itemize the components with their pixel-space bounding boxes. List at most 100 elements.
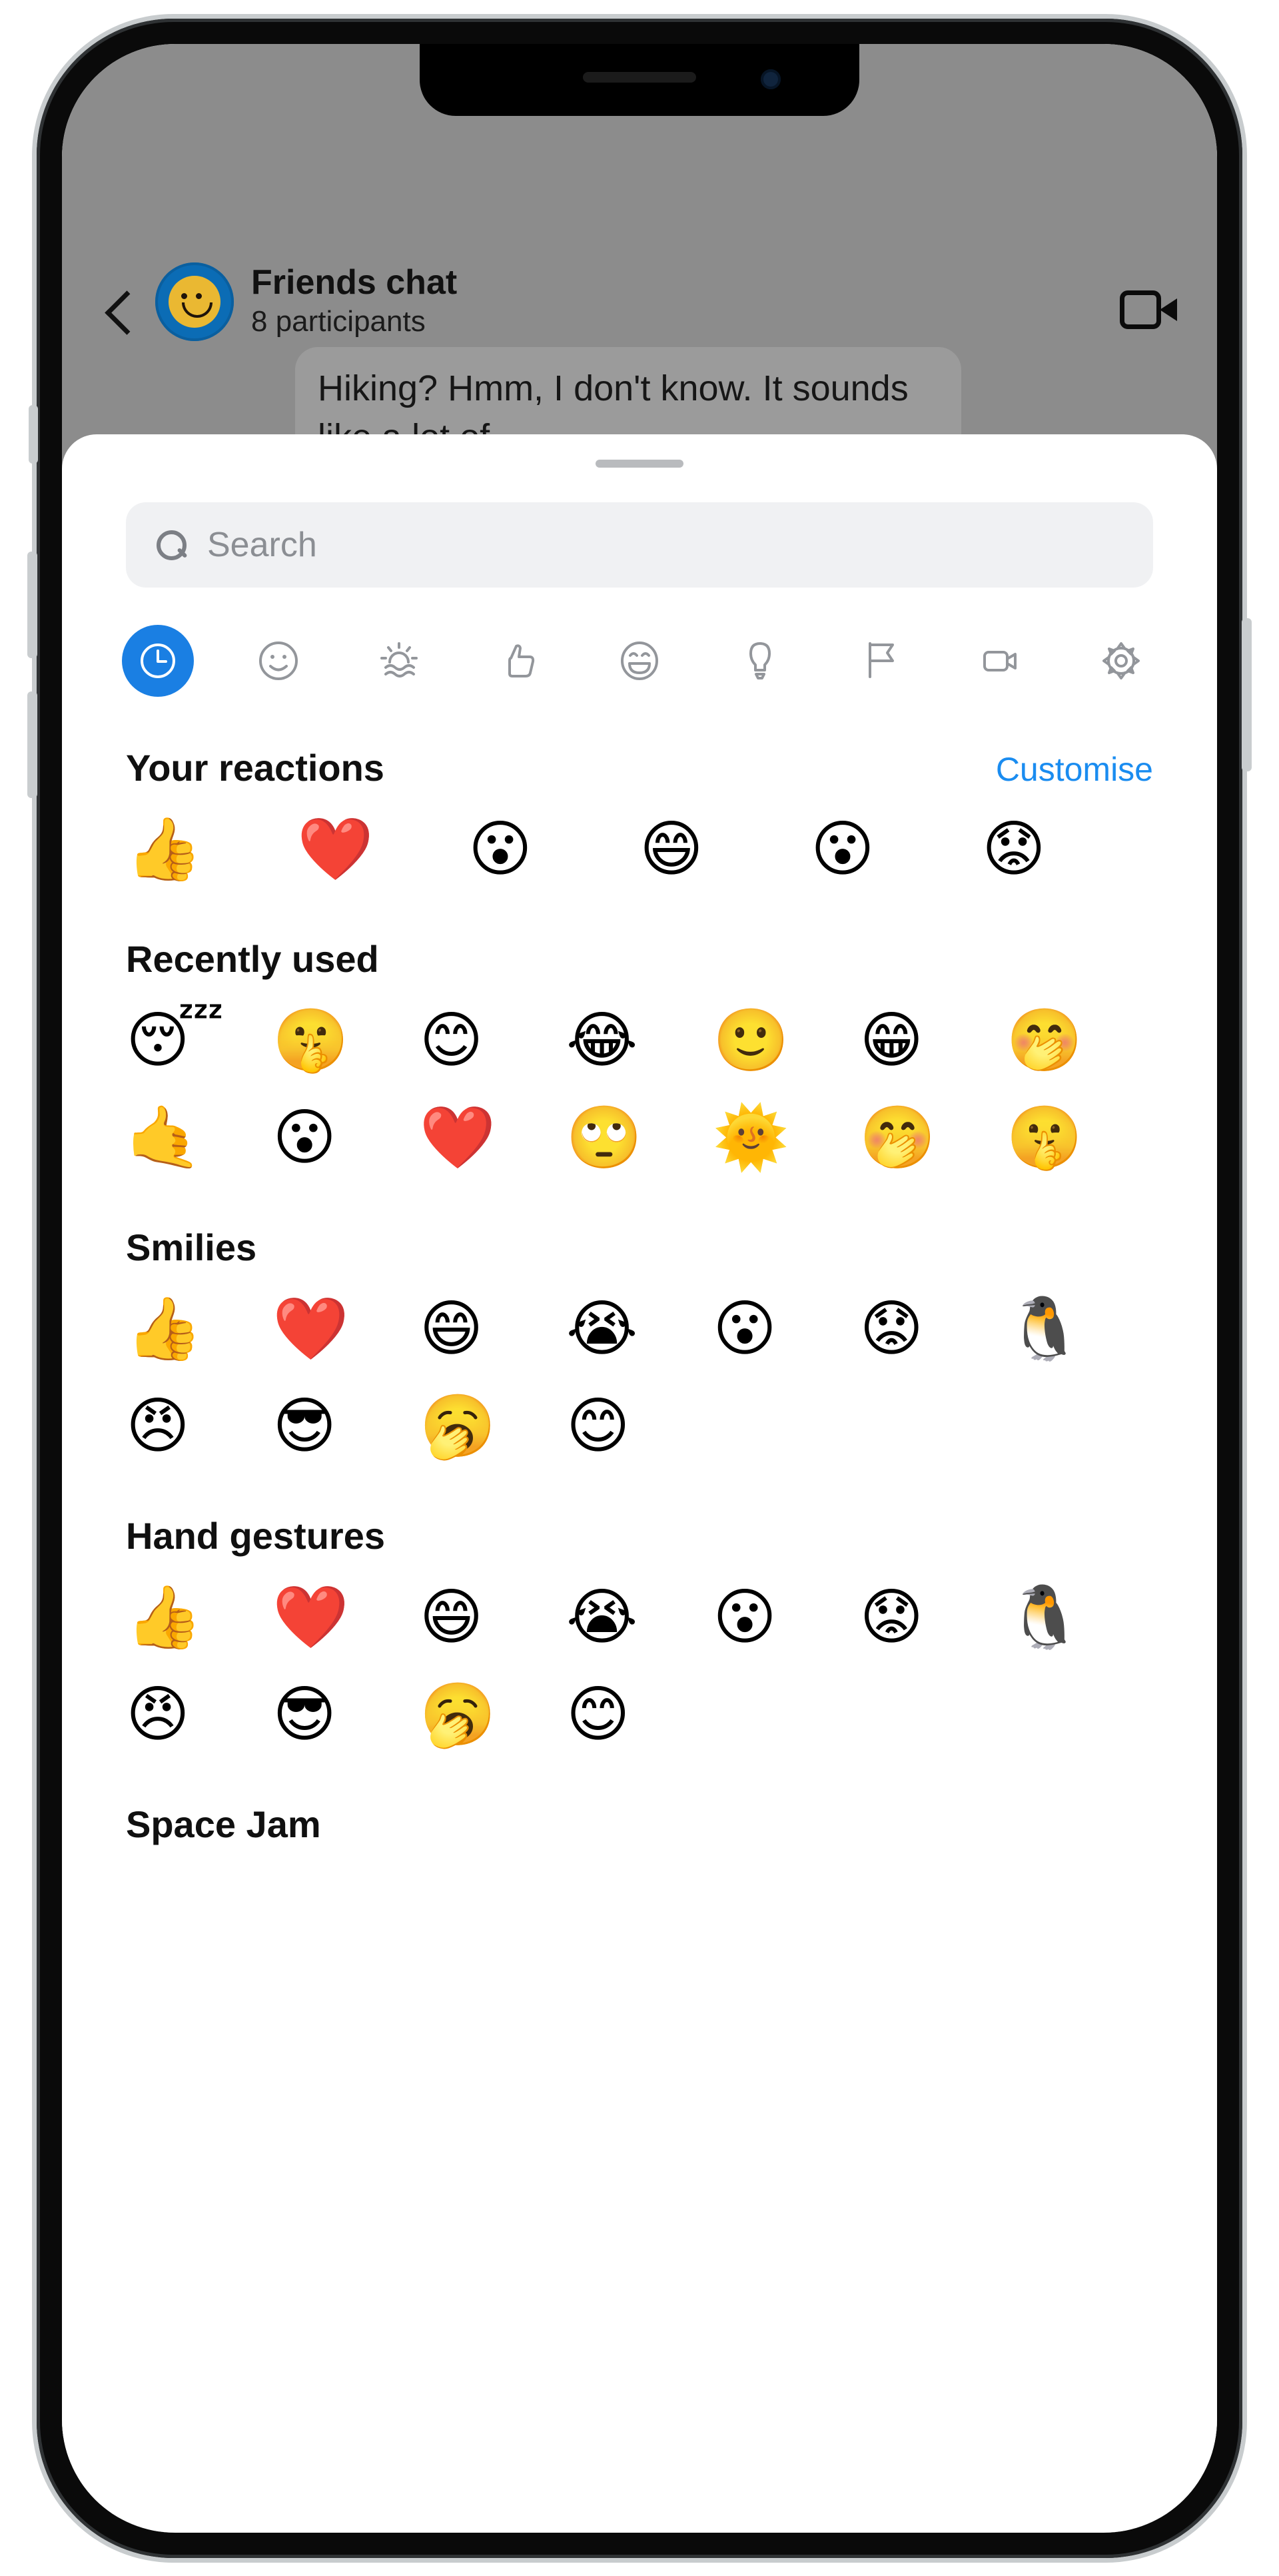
category-tab-expressions[interactable] xyxy=(604,625,675,697)
emoji-button-open-mouth[interactable]: 😮 xyxy=(713,1290,859,1368)
emoji-grid: 👍 ❤️ 😮 😄 😮 😟 xyxy=(126,811,1153,888)
emoji-button-shushing-face[interactable]: 🤫 xyxy=(272,1002,419,1079)
emoji-button-hand-over-mouth[interactable]: 🤭 xyxy=(1007,1002,1153,1079)
emoji-button-grinning-smiling-eyes[interactable]: 😄 xyxy=(420,1579,566,1656)
emoji-button-rolling-eyes[interactable]: 🙄 xyxy=(566,1099,713,1176)
emoji-button-sun-with-face[interactable]: 🌞 xyxy=(713,1099,859,1176)
customise-link[interactable]: Customise xyxy=(996,750,1153,789)
emoji-button-loudly-crying[interactable]: 😭 xyxy=(566,1579,713,1656)
category-tab-settings[interactable] xyxy=(1085,625,1157,697)
emoji-glyph: 😴 xyxy=(126,1005,224,1076)
power-button[interactable] xyxy=(1242,618,1252,771)
emoji-section: Your reactions Customise 👍 ❤️ 😮 😄 😮 😟 xyxy=(126,746,1153,888)
emoji-button-open-mouth[interactable]: 😮 xyxy=(713,1579,859,1656)
category-tab-video[interactable] xyxy=(965,625,1037,697)
section-title: Recently used xyxy=(126,938,379,980)
emoji-glyph: 😠 xyxy=(126,1390,190,1462)
section-title: Your reactions xyxy=(126,747,384,789)
sunset-waves-icon xyxy=(376,638,422,683)
emoji-section: Recently used 😴 🤫 😊 😂 🙂 😁 🤭 🤙 😮 ❤️ 🙄 🌞 🤭 🤫 xyxy=(126,937,1153,1176)
avatar[interactable] xyxy=(155,262,234,341)
emoji-grid: 👍 ❤️ 😄 😭 😮 😟 🐧 😠 😎 🥱 😊 xyxy=(126,1290,1153,1465)
emoji-button-angry-face[interactable]: 😠 xyxy=(126,1388,272,1465)
category-tab-flags[interactable] xyxy=(845,625,917,697)
emoji-button-penguin[interactable]: 🐧 xyxy=(1007,1290,1153,1368)
emoji-button-worried-face[interactable]: 😟 xyxy=(859,1579,1006,1656)
emoji-glyph: ❤️ xyxy=(272,1581,349,1653)
emoji-section: Smilies 👍 ❤️ 😄 😭 😮 😟 🐧 😠 😎 🥱 😊 xyxy=(126,1226,1153,1465)
section-title: Hand gestures xyxy=(126,1515,385,1557)
phone-frame: Friends chat 8 participants Hiking? Hmm,… xyxy=(27,19,1252,2558)
category-tab-gestures[interactable] xyxy=(483,625,555,697)
category-tab-nature[interactable] xyxy=(363,625,435,697)
emoji-button-slight-smile[interactable]: 🙂 xyxy=(713,1002,859,1079)
emoji-glyph: 😠 xyxy=(126,1679,190,1750)
emoji-button-sunglasses-face[interactable]: 😎 xyxy=(272,1388,419,1465)
video-camera-icon xyxy=(978,638,1023,683)
chevron-left-icon[interactable] xyxy=(102,286,138,338)
emoji-button-red-heart[interactable]: ❤️ xyxy=(272,1290,419,1368)
emoji-button-penguin[interactable]: 🐧 xyxy=(1007,1579,1153,1656)
emoji-button-grinning-smiling-eyes[interactable]: 😄 xyxy=(420,1290,566,1368)
emoji-glyph: 🤭 xyxy=(1006,1005,1083,1076)
category-tab-recent[interactable] xyxy=(122,625,194,697)
emoji-button-grinning-smiling-eyes[interactable]: 😄 xyxy=(640,811,811,888)
emoji-glyph: 🤫 xyxy=(272,1005,349,1076)
emoji-button-red-heart[interactable]: ❤️ xyxy=(297,811,468,888)
emoji-glyph: 😭 xyxy=(566,1581,638,1653)
volume-down-button[interactable] xyxy=(27,691,37,798)
emoji-button-hand-over-mouth[interactable]: 🤭 xyxy=(859,1099,1006,1176)
emoji-button-sunglasses-face[interactable]: 😎 xyxy=(272,1676,419,1753)
volume-up-button[interactable] xyxy=(27,552,37,658)
category-tab-smileys[interactable] xyxy=(242,625,314,697)
emoji-button-open-mouth[interactable]: 😮 xyxy=(811,811,982,888)
emoji-button-thumbs-up[interactable]: 👍 xyxy=(126,811,297,888)
emoji-button-thumbs-up[interactable]: 👍 xyxy=(126,1290,272,1368)
emoji-button-shushing-face[interactable]: 🤫 xyxy=(1007,1099,1153,1176)
camera-lens xyxy=(1160,298,1177,321)
emoji-button-thumbs-up[interactable]: 👍 xyxy=(126,1579,272,1656)
section-title: Space Jam xyxy=(126,1803,321,1845)
category-tab-objects[interactable] xyxy=(724,625,796,697)
emoji-button-call-me-hand[interactable]: 🤙 xyxy=(126,1099,272,1176)
participants-count: 8 participants xyxy=(251,305,426,338)
video-camera-icon[interactable] xyxy=(1120,290,1177,332)
emoji-button-angry-face[interactable]: 😠 xyxy=(126,1676,272,1753)
emoji-glyph: 😄 xyxy=(419,1293,484,1364)
emoji-button-yawning-face[interactable]: 🥱 xyxy=(420,1388,566,1465)
emoji-button-beaming-face[interactable]: 😁 xyxy=(859,1002,1006,1079)
emoji-button-smiling-face[interactable]: 😊 xyxy=(420,1002,566,1079)
emoji-glyph: 😟 xyxy=(859,1581,924,1653)
emoji-button-smiling-face[interactable]: 😊 xyxy=(566,1676,713,1753)
earpiece-speaker xyxy=(583,72,696,83)
emoji-button-tears-of-joy[interactable]: 😂 xyxy=(566,1002,713,1079)
drag-handle[interactable] xyxy=(596,460,683,468)
emoji-glyph: 😊 xyxy=(419,1005,484,1076)
emoji-glyph: 🥱 xyxy=(419,1390,496,1462)
emoji-button-open-mouth[interactable]: 😮 xyxy=(272,1099,419,1176)
emoji-button-loudly-crying[interactable]: 😭 xyxy=(566,1290,713,1368)
emoji-glyph: 😮 xyxy=(468,813,532,885)
section-header: Your reactions Customise xyxy=(126,746,1153,789)
chat-title-group[interactable]: Friends chat 8 participants xyxy=(251,263,1102,340)
emoji-glyph: 🐧 xyxy=(1006,1581,1083,1653)
emoji-button-red-heart[interactable]: ❤️ xyxy=(420,1099,566,1176)
silent-switch[interactable] xyxy=(29,405,38,464)
emoji-glyph: 🤙 xyxy=(126,1102,203,1173)
emoji-button-smiling-face[interactable]: 😊 xyxy=(566,1388,713,1465)
emoji-glyph: ❤️ xyxy=(297,813,374,885)
emoji-button-worried-face[interactable]: 😟 xyxy=(859,1290,1006,1368)
emoji-glyph: 😟 xyxy=(859,1293,924,1364)
emoji-button-red-heart[interactable]: ❤️ xyxy=(272,1579,419,1656)
emoji-button-yawning-face[interactable]: 🥱 xyxy=(420,1676,566,1753)
emoji-glyph: 😮 xyxy=(811,813,875,885)
emoji-glyph: 😟 xyxy=(982,813,1046,885)
emoji-button-sleeping-face[interactable]: 😴 xyxy=(126,1002,272,1079)
search-bar[interactable] xyxy=(126,502,1153,588)
emoji-button-open-mouth[interactable]: 😮 xyxy=(468,811,640,888)
search-icon xyxy=(155,529,187,561)
emoji-button-worried-face[interactable]: 😟 xyxy=(982,811,1153,888)
gear-icon xyxy=(1098,638,1144,683)
search-input[interactable] xyxy=(207,525,1124,565)
smiley-icon xyxy=(256,638,301,683)
